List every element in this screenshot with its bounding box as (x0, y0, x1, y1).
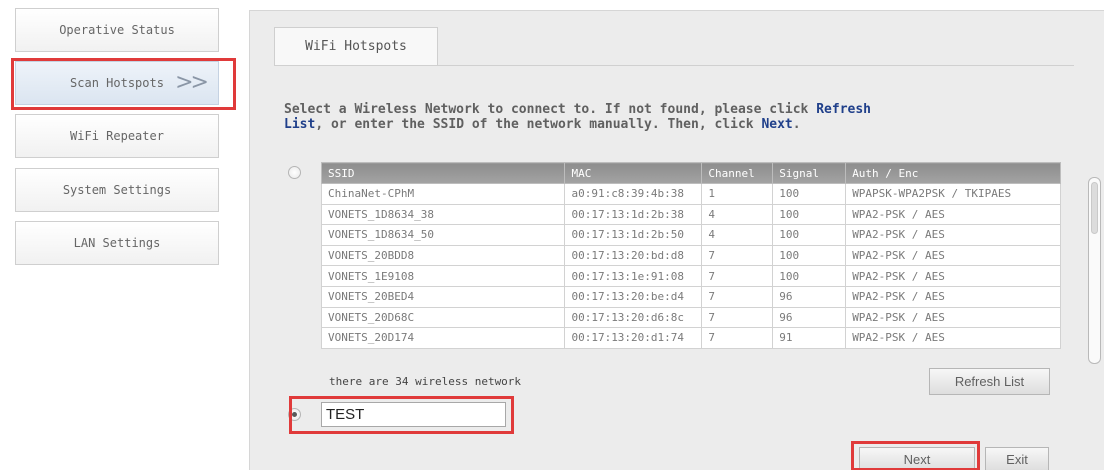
cell-signal: 100 (772, 244, 847, 267)
table-row[interactable]: VONETS_20BDD8 00:17:13:20:bd:d8 7 100 WP… (320, 244, 1061, 267)
cell-mac: 00:17:13:20:bd:d8 (564, 244, 703, 267)
header-mac: MAC (564, 162, 703, 184)
instructions-text: Select a Wireless Network to connect to.… (284, 102, 1044, 132)
cell-mac: 00:17:13:1d:2b:38 (564, 203, 703, 226)
table-row[interactable]: VONETS_1D8634_38 00:17:13:1d:2b:38 4 100… (320, 203, 1061, 226)
cell-signal: 100 (772, 183, 847, 205)
cell-mac: 00:17:13:1d:2b:50 (564, 224, 703, 246)
main-panel: WiFi Hotspots Select a Wireless Network … (249, 10, 1104, 470)
highlight-manual-ssid (289, 396, 514, 434)
header-channel: Channel (701, 162, 774, 184)
cell-signal: 96 (772, 306, 847, 329)
tab-divider (274, 65, 1074, 66)
nav-wifi-repeater[interactable]: WiFi Repeater (15, 114, 219, 158)
cell-signal: 91 (772, 327, 847, 349)
cell-channel: 7 (701, 327, 774, 349)
cell-mac: 00:17:13:20:d6:8c (564, 306, 703, 329)
button-label: Exit (1006, 451, 1028, 467)
table-header-row: SSID MAC Channel Signal Auth / Enc (320, 162, 1061, 184)
cell-mac: a0:91:c8:39:4b:38 (564, 183, 703, 205)
cell-channel: 7 (701, 265, 774, 287)
cell-channel: 7 (701, 244, 774, 267)
cell-ssid: VONETS_20BDD8 (320, 244, 566, 267)
cell-auth: WPAPSK-WPA2PSK / TKIPAES (845, 183, 1061, 205)
table-row[interactable]: VONETS_20D68C 00:17:13:20:d6:8c 7 96 WPA… (320, 306, 1061, 329)
table-row[interactable]: VONETS_20BED4 00:17:13:20:be:d4 7 96 WPA… (320, 285, 1061, 308)
cell-auth: WPA2-PSK / AES (845, 224, 1061, 246)
cell-auth: WPA2-PSK / AES (845, 203, 1061, 226)
nav-label: LAN Settings (73, 236, 161, 250)
cell-channel: 7 (701, 285, 774, 308)
nav-operative-status[interactable]: Operative Status (15, 8, 219, 52)
nav-label: Operative Status (59, 23, 175, 37)
table-row[interactable]: ChinaNet-CPhM a0:91:c8:39:4b:38 1 100 WP… (320, 183, 1061, 205)
cell-signal: 96 (772, 285, 847, 308)
table-row[interactable]: VONETS_20D174 00:17:13:20:d1:74 7 91 WPA… (320, 327, 1061, 349)
table-scrollbar[interactable] (1088, 177, 1101, 364)
highlight-next-button (851, 441, 980, 470)
nav-lan-settings[interactable]: LAN Settings (15, 221, 219, 265)
cell-auth: WPA2-PSK / AES (845, 265, 1061, 287)
cell-auth: WPA2-PSK / AES (845, 327, 1061, 349)
next-keyword: Next (761, 117, 793, 132)
cell-signal: 100 (772, 203, 847, 226)
instruction-part3: . (792, 117, 801, 132)
cell-signal: 100 (772, 224, 847, 246)
cell-mac: 00:17:13:20:be:d4 (564, 285, 703, 308)
network-count-text: there are 34 wireless network (329, 375, 522, 388)
exit-button[interactable]: Exit (985, 447, 1049, 470)
refresh-keyword: Refresh (816, 102, 872, 117)
cell-mac: 00:17:13:1e:91:08 (564, 265, 703, 287)
refresh-list-button[interactable]: Refresh List (929, 368, 1050, 395)
cell-ssid: VONETS_20D174 (320, 327, 566, 349)
cell-ssid: VONETS_20D68C (320, 306, 566, 329)
cell-ssid: ChinaNet-CPhM (320, 183, 566, 205)
table-row[interactable]: VONETS_1D8634_50 00:17:13:1d:2b:50 4 100… (320, 224, 1061, 246)
button-label: Refresh List (954, 374, 1025, 389)
cell-channel: 1 (701, 183, 774, 205)
cell-signal: 100 (772, 265, 847, 287)
header-ssid: SSID (320, 162, 566, 184)
instruction-part1: Select a Wireless Network to connect to.… (284, 102, 817, 117)
cell-auth: WPA2-PSK / AES (845, 306, 1061, 329)
cell-ssid: VONETS_20BED4 (320, 285, 566, 308)
hotspots-table: SSID MAC Channel Signal Auth / Enc China… (320, 162, 1061, 349)
scrollbar-thumb[interactable] (1091, 182, 1098, 234)
cell-auth: WPA2-PSK / AES (845, 285, 1061, 308)
cell-ssid: VONETS_1E9108 (320, 265, 566, 287)
tab-wifi-hotspots[interactable]: WiFi Hotspots (274, 27, 438, 65)
nav-label: WiFi Repeater (70, 129, 164, 143)
nav-label: System Settings (62, 183, 172, 197)
cell-channel: 4 (701, 224, 774, 246)
tab-label: WiFi Hotspots (305, 39, 407, 54)
cell-auth: WPA2-PSK / AES (845, 244, 1061, 267)
cell-channel: 4 (701, 203, 774, 226)
nav-system-settings[interactable]: System Settings (15, 168, 219, 212)
cell-channel: 7 (701, 306, 774, 329)
radio-select-scanned[interactable] (288, 166, 301, 179)
header-signal: Signal (772, 162, 847, 184)
cell-ssid: VONETS_1D8634_38 (320, 203, 566, 226)
cell-ssid: VONETS_1D8634_50 (320, 224, 566, 246)
instruction-part2: , or enter the SSID of the network manua… (315, 117, 762, 132)
cell-mac: 00:17:13:20:d1:74 (564, 327, 703, 349)
sidebar: Operative Status Scan Hotspots >> WiFi R… (0, 0, 240, 470)
header-auth: Auth / Enc (845, 162, 1061, 184)
list-keyword: List (284, 117, 316, 132)
highlight-scan-hotspots (11, 58, 236, 110)
table-row[interactable]: VONETS_1E9108 00:17:13:1e:91:08 7 100 WP… (320, 265, 1061, 287)
